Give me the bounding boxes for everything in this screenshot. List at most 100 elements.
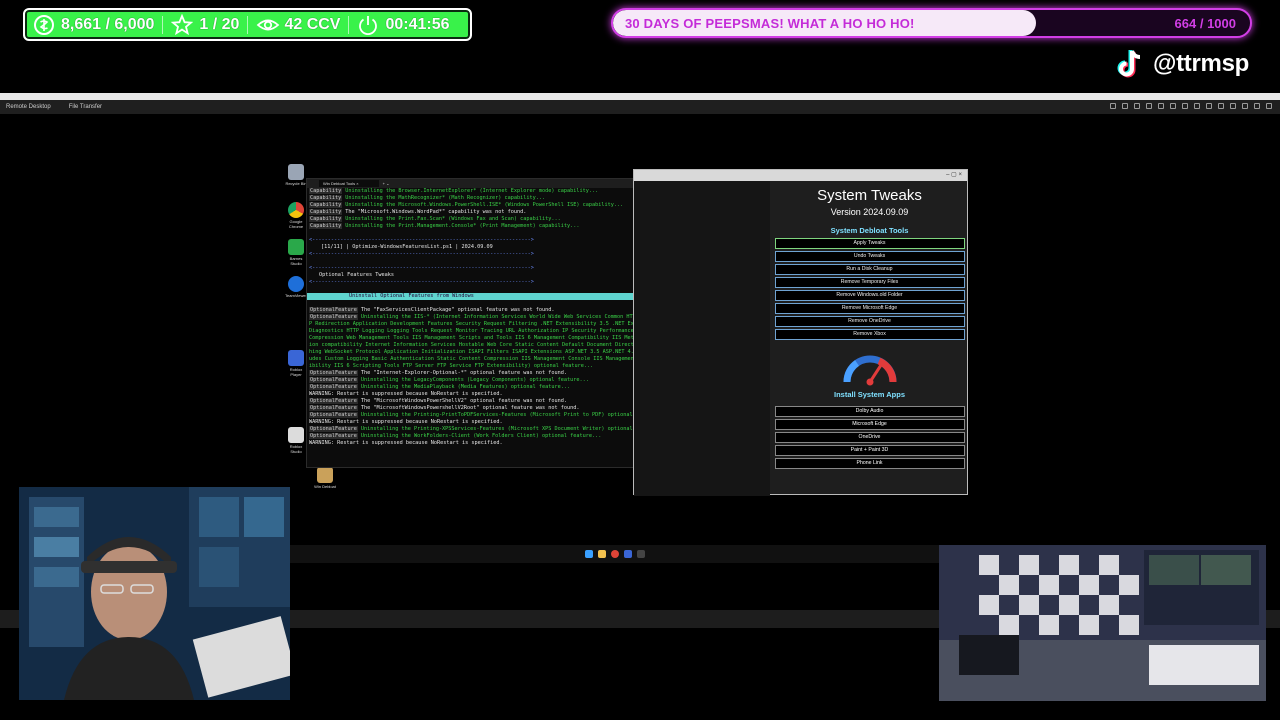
terminal-line-text: Uninstalling the Printing-XPSServices-Fe… xyxy=(360,426,667,432)
chrome-icon xyxy=(288,202,304,218)
tiktok-username: @ttrmsp xyxy=(1153,50,1249,77)
debloat-button-remove-onedrive[interactable]: Remove OneDrive xyxy=(774,316,965,327)
debloat-button-list: Apply Tweaks Undo Tweaks Run a Disk Cleanu… xyxy=(770,238,969,340)
desktop-icon-teamviewer[interactable]: TeamViewer xyxy=(284,276,308,298)
start-icon[interactable] xyxy=(584,550,593,558)
new-tab-icon[interactable]: + ⌄ xyxy=(383,181,390,186)
toolbar-icon[interactable] xyxy=(1170,103,1176,109)
streamer-webcam xyxy=(19,487,290,700)
toolbar-icon[interactable] xyxy=(1254,103,1260,109)
terminal-line-tag: Capability xyxy=(309,209,343,215)
section-header-text: [11/11] | Optimize-WindowsFeaturesList.p… xyxy=(321,244,493,250)
desktop-icon-label: Roblox Player xyxy=(289,367,303,377)
terminal-line-text: Uninstalling the MathRecognizer* (Math R… xyxy=(345,195,546,201)
toolbar-icon[interactable] xyxy=(1206,103,1212,109)
tiktok-handle-badge: @ttrmsp xyxy=(1113,47,1249,81)
terminal-line-text: WARNING: Restart is suppressed because N… xyxy=(309,391,503,397)
tweaks-title: System Tweaks xyxy=(817,187,922,204)
debloat-button-remove-windows-old-folder[interactable]: Remove Windows.old Folder xyxy=(774,290,965,301)
desktop-icon-label: Barnes Studio xyxy=(289,256,303,266)
folder-icon xyxy=(317,467,333,483)
menu-remote-desktop[interactable]: Remote Desktop xyxy=(6,104,51,110)
toolbar-icon[interactable] xyxy=(1146,103,1152,109)
app-icon[interactable] xyxy=(623,550,632,558)
stream-stats-bar: 8,661 / 6,000 1 / 20 42 CCV 00:41:56 xyxy=(23,8,472,41)
toolbar-icon[interactable] xyxy=(1194,103,1200,109)
stars-value: 1 / 20 xyxy=(199,15,240,33)
toolbar-icon[interactable] xyxy=(1134,103,1140,109)
points-value: 8,661 / 6,000 xyxy=(61,15,155,33)
terminal-line-text: Uninstalling the LegacyComponents (Legac… xyxy=(360,377,589,383)
timer-value: 00:41:56 xyxy=(385,15,450,33)
terminal-line-tag: OptionalFeature xyxy=(309,314,358,320)
desktop-icon-chrome[interactable]: Google Chrome xyxy=(284,202,308,229)
window-controls[interactable]: – ▢ × xyxy=(946,171,962,178)
speedometer-icon xyxy=(841,346,899,386)
goal-count: 664 / 1000 xyxy=(1174,16,1236,31)
desktop-icon-barnes-studio[interactable]: Barnes Studio xyxy=(284,239,308,266)
toolbar-icon[interactable] xyxy=(1182,103,1188,109)
desktop-icon-label: Google Chrome xyxy=(288,219,304,229)
terminal-line-text: The "MicrosoftWindowsPowershellV2Root" o… xyxy=(360,405,580,411)
desktop-icon-recycle-bin[interactable]: Recycle Bin xyxy=(284,164,308,186)
toolbar-icons xyxy=(1110,103,1272,109)
toolbar-icon[interactable] xyxy=(1242,103,1248,109)
banner-text: Uninstall Optional Features from Windows xyxy=(349,293,474,299)
terminal-line-text: Uninstalling the MediaPlayback (Media Fe… xyxy=(360,384,571,390)
install-button-dolby-audio[interactable]: Dolby Audio xyxy=(774,406,965,417)
toolbar-icon[interactable] xyxy=(1110,103,1116,109)
toolbar-icon[interactable] xyxy=(1266,103,1272,109)
terminal-line-tag: Capability xyxy=(309,202,343,208)
points-icon xyxy=(33,14,55,36)
power-icon xyxy=(357,14,379,36)
stars-stat: 1 / 20 xyxy=(163,10,247,39)
remote-session-toolbar: Remote Desktop File Transfer xyxy=(0,100,1280,114)
menu-file-transfer[interactable]: File Transfer xyxy=(69,104,102,110)
install-button-microsoft-edge[interactable]: Microsoft Edge xyxy=(774,419,965,430)
terminal-line-text: Uninstalling the Print.Management.Consol… xyxy=(345,223,580,229)
system-tweaks-window[interactable]: – ▢ × System Tweaks Version 2024.09.09 S… xyxy=(633,169,969,496)
debloat-header: System Debloat Tools xyxy=(830,226,909,235)
terminal-line-text: WARNING: Restart is suppressed because N… xyxy=(309,440,503,446)
terminal-line-tag: OptionalFeature xyxy=(309,405,358,411)
debloat-button-run-a-disk-cleanup[interactable]: Run a Disk Cleanup xyxy=(774,264,965,275)
debloat-button-undo-tweaks[interactable]: Undo Tweaks xyxy=(774,251,965,262)
chrome-icon[interactable] xyxy=(610,550,619,558)
tweaks-panel: System Tweaks Version 2024.09.09 System … xyxy=(770,181,969,496)
install-button-phone-link[interactable]: Phone Link xyxy=(774,458,965,469)
toolbar-icon[interactable] xyxy=(1230,103,1236,109)
terminal-line-tag: Capability xyxy=(309,216,343,222)
install-button-paint-paint-3d[interactable]: Paint + Paint 3D xyxy=(774,445,965,456)
install-button-onedrive[interactable]: OneDrive xyxy=(774,432,965,443)
debloat-button-apply-tweaks[interactable]: Apply Tweaks xyxy=(774,238,965,249)
terminal-line-tag: Capability xyxy=(309,223,343,229)
terminal-line-tag: OptionalFeature xyxy=(309,370,358,376)
timer-stat: 00:41:56 xyxy=(349,10,457,39)
teamviewer-icon xyxy=(288,276,304,292)
app-button-list: Dolby Audio Microsoft Edge OneDrive Paint +… xyxy=(770,406,969,469)
roblox-studio-icon xyxy=(288,427,304,443)
desktop-icon-win-debloat[interactable]: Win Debloat xyxy=(313,467,337,489)
room-webcam xyxy=(939,545,1266,701)
desktop-icon-roblox-studio[interactable]: Roblox Studio xyxy=(284,427,308,454)
toolbar-icon[interactable] xyxy=(1122,103,1128,109)
terminal-line-text: WARNING: Restart is suppressed because N… xyxy=(309,419,503,425)
terminal-icon[interactable] xyxy=(636,550,645,558)
debloat-button-remove-xbox[interactable]: Remove Xbox xyxy=(774,329,965,340)
desktop-icon-label: Roblox Studio xyxy=(289,444,303,454)
terminal-line-text: Uninstalling the Print.Fax.Scan* (Window… xyxy=(345,216,561,222)
terminal-line-tag: OptionalFeature xyxy=(309,377,358,383)
terminal-tab[interactable]: Win Debloat Tools × xyxy=(319,180,379,187)
toolbar-icon[interactable] xyxy=(1218,103,1224,109)
debloat-button-remove-microsoft-edge[interactable]: Remove Microsoft Edge xyxy=(774,303,965,314)
desktop-icon-label: Recycle Bin xyxy=(285,181,307,186)
remote-taskbar xyxy=(290,545,939,563)
viewers-value: 42 CCV xyxy=(284,15,341,33)
tweaks-version: Version 2024.09.09 xyxy=(830,207,909,217)
toolbar-icon[interactable] xyxy=(1158,103,1164,109)
debloat-button-remove-temporary-files[interactable]: Remove Temporary Files xyxy=(774,277,965,288)
desktop-icon-roblox-player[interactable]: Roblox Player xyxy=(284,350,308,377)
terminal-line-tag: OptionalFeature xyxy=(309,398,358,404)
terminal-line-text: Uninstalling the Microsoft.Windows.Power… xyxy=(345,202,624,208)
file-explorer-icon[interactable] xyxy=(597,550,606,558)
